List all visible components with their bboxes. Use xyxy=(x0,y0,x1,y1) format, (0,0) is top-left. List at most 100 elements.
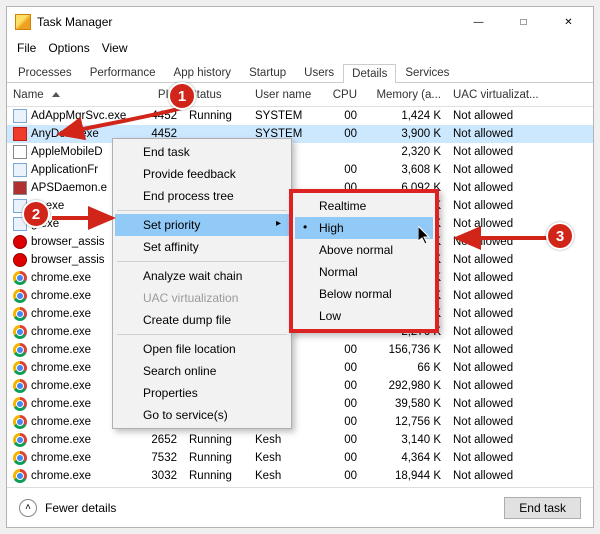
column-header[interactable]: Name xyxy=(7,89,127,101)
process-icon xyxy=(13,163,27,177)
process-memory: 66 K xyxy=(363,362,447,374)
column-header[interactable]: Memory (a... xyxy=(363,89,447,101)
process-uac: Not allowed xyxy=(447,344,593,356)
priority-item[interactable]: Below normal xyxy=(295,283,433,305)
process-name: chrome.exe xyxy=(31,434,91,446)
window-title: Task Manager xyxy=(37,15,456,29)
priority-item[interactable]: Low xyxy=(295,305,433,327)
process-name: chrome.exe xyxy=(31,326,91,338)
priority-item[interactable]: Above normal xyxy=(295,239,433,261)
process-icon xyxy=(13,379,27,393)
tab-strip: ProcessesPerformanceApp historyStartupUs… xyxy=(7,59,593,83)
process-icon xyxy=(13,271,27,285)
process-memory: 3,608 K xyxy=(363,164,447,176)
process-memory: 18,944 K xyxy=(363,470,447,482)
column-header[interactable]: UAC virtualizat... xyxy=(447,89,593,101)
process-name: chrome.exe xyxy=(31,344,91,356)
close-button[interactable]: ✕ xyxy=(546,8,591,36)
priority-item[interactable]: High xyxy=(295,217,433,239)
process-icon xyxy=(13,361,27,375)
process-name: chrome.exe xyxy=(31,362,91,374)
process-user: Kesh xyxy=(249,452,321,464)
process-icon xyxy=(13,289,27,303)
column-header[interactable]: User name xyxy=(249,89,321,101)
menu-item: UAC virtualization xyxy=(115,287,289,309)
end-task-button[interactable]: End task xyxy=(504,497,581,519)
chevron-up-icon[interactable]: ˄ xyxy=(19,499,37,517)
process-uac: Not allowed xyxy=(447,272,593,284)
menu-item[interactable]: Analyze wait chain xyxy=(115,265,289,287)
menu-item[interactable]: End process tree xyxy=(115,185,289,207)
table-row[interactable]: chrome.exe2652RunningKesh003,140 KNot al… xyxy=(7,431,593,449)
process-memory: 1,424 K xyxy=(363,110,447,122)
table-row[interactable]: chrome.exeKesh00156,736 KNot allowed xyxy=(7,341,593,359)
annotation-badge-3: 3 xyxy=(546,222,574,250)
tab-app-history[interactable]: App history xyxy=(165,63,241,82)
tab-details[interactable]: Details xyxy=(343,64,396,83)
priority-submenu[interactable]: RealtimeHighAbove normalNormalBelow norm… xyxy=(289,189,439,333)
tab-processes[interactable]: Processes xyxy=(9,63,81,82)
column-header[interactable]: CPU xyxy=(321,89,363,101)
process-cpu: 00 xyxy=(321,164,363,176)
menu-options[interactable]: Options xyxy=(48,41,89,55)
process-user: Kesh xyxy=(249,434,321,446)
process-uac: Not allowed xyxy=(447,164,593,176)
table-row[interactable]: chrome.exe2960RunningKesh0012,756 KNot a… xyxy=(7,413,593,431)
process-name: chrome.exe xyxy=(31,398,91,410)
process-status: Running xyxy=(183,434,249,446)
process-cpu: 00 xyxy=(321,452,363,464)
menu-item[interactable]: Open file location xyxy=(115,338,289,360)
process-name: chrome.exe xyxy=(31,380,91,392)
process-uac: Not allowed xyxy=(447,290,593,302)
table-row[interactable]: ApplicationFrKesh003,608 KNot allowed xyxy=(7,161,593,179)
menu-item[interactable]: Set affinity xyxy=(115,236,289,258)
maximize-button[interactable]: □ xyxy=(501,8,546,36)
process-memory: 12,756 K xyxy=(363,416,447,428)
cursor-icon xyxy=(418,226,434,251)
minimize-button[interactable]: — xyxy=(456,8,501,36)
menu-view[interactable]: View xyxy=(102,41,128,55)
process-memory: 3,900 K xyxy=(363,128,447,140)
tab-services[interactable]: Services xyxy=(396,63,458,82)
menu-item[interactable]: Properties xyxy=(115,382,289,404)
priority-item[interactable]: Normal xyxy=(295,261,433,283)
fewer-details-link[interactable]: Fewer details xyxy=(45,501,116,515)
process-cpu: 00 xyxy=(321,344,363,356)
table-row[interactable]: chrome.exe11904RunningKesh002,880 KNot a… xyxy=(7,485,593,487)
process-icon xyxy=(13,235,27,249)
process-cpu: 00 xyxy=(321,128,363,140)
menu-item[interactable]: Search online xyxy=(115,360,289,382)
table-row[interactable]: chrome.exeKesh0066 KNot allowed xyxy=(7,359,593,377)
process-name: browser_assis xyxy=(31,254,105,266)
process-name: chrome.exe xyxy=(31,308,91,320)
menu-file[interactable]: File xyxy=(17,41,36,55)
table-row[interactable]: chrome.exe3032RunningKesh0018,944 KNot a… xyxy=(7,467,593,485)
priority-item[interactable]: Realtime xyxy=(295,195,433,217)
process-uac: Not allowed xyxy=(447,308,593,320)
menu-item[interactable]: Create dump file xyxy=(115,309,289,331)
table-row[interactable]: chrome.exeKesh0039,580 KNot allowed xyxy=(7,395,593,413)
menubar: File Options View xyxy=(7,37,593,59)
process-uac: Not allowed xyxy=(447,110,593,122)
menu-item[interactable]: Go to service(s) xyxy=(115,404,289,426)
process-uac: Not allowed xyxy=(447,380,593,392)
menu-item[interactable]: Set priority xyxy=(115,214,289,236)
table-row[interactable]: chrome.exeKesh00292,980 KNot allowed xyxy=(7,377,593,395)
process-icon xyxy=(13,181,27,195)
process-cpu: 00 xyxy=(321,434,363,446)
tab-users[interactable]: Users xyxy=(295,63,343,82)
process-uac: Not allowed xyxy=(447,362,593,374)
process-icon xyxy=(13,343,27,357)
process-user: SYSTEM xyxy=(249,110,321,122)
tab-performance[interactable]: Performance xyxy=(81,63,165,82)
process-icon xyxy=(13,307,27,321)
context-menu[interactable]: End taskProvide feedbackEnd process tree… xyxy=(112,138,292,429)
process-cpu: 00 xyxy=(321,398,363,410)
tab-startup[interactable]: Startup xyxy=(240,63,295,82)
process-name: chrome.exe xyxy=(31,290,91,302)
annotation-arrow-2 xyxy=(52,212,122,227)
process-uac: Not allowed xyxy=(447,434,593,446)
process-uac: Not allowed xyxy=(447,128,593,140)
menu-item[interactable]: Provide feedback xyxy=(115,163,289,185)
table-row[interactable]: chrome.exe7532RunningKesh004,364 KNot al… xyxy=(7,449,593,467)
